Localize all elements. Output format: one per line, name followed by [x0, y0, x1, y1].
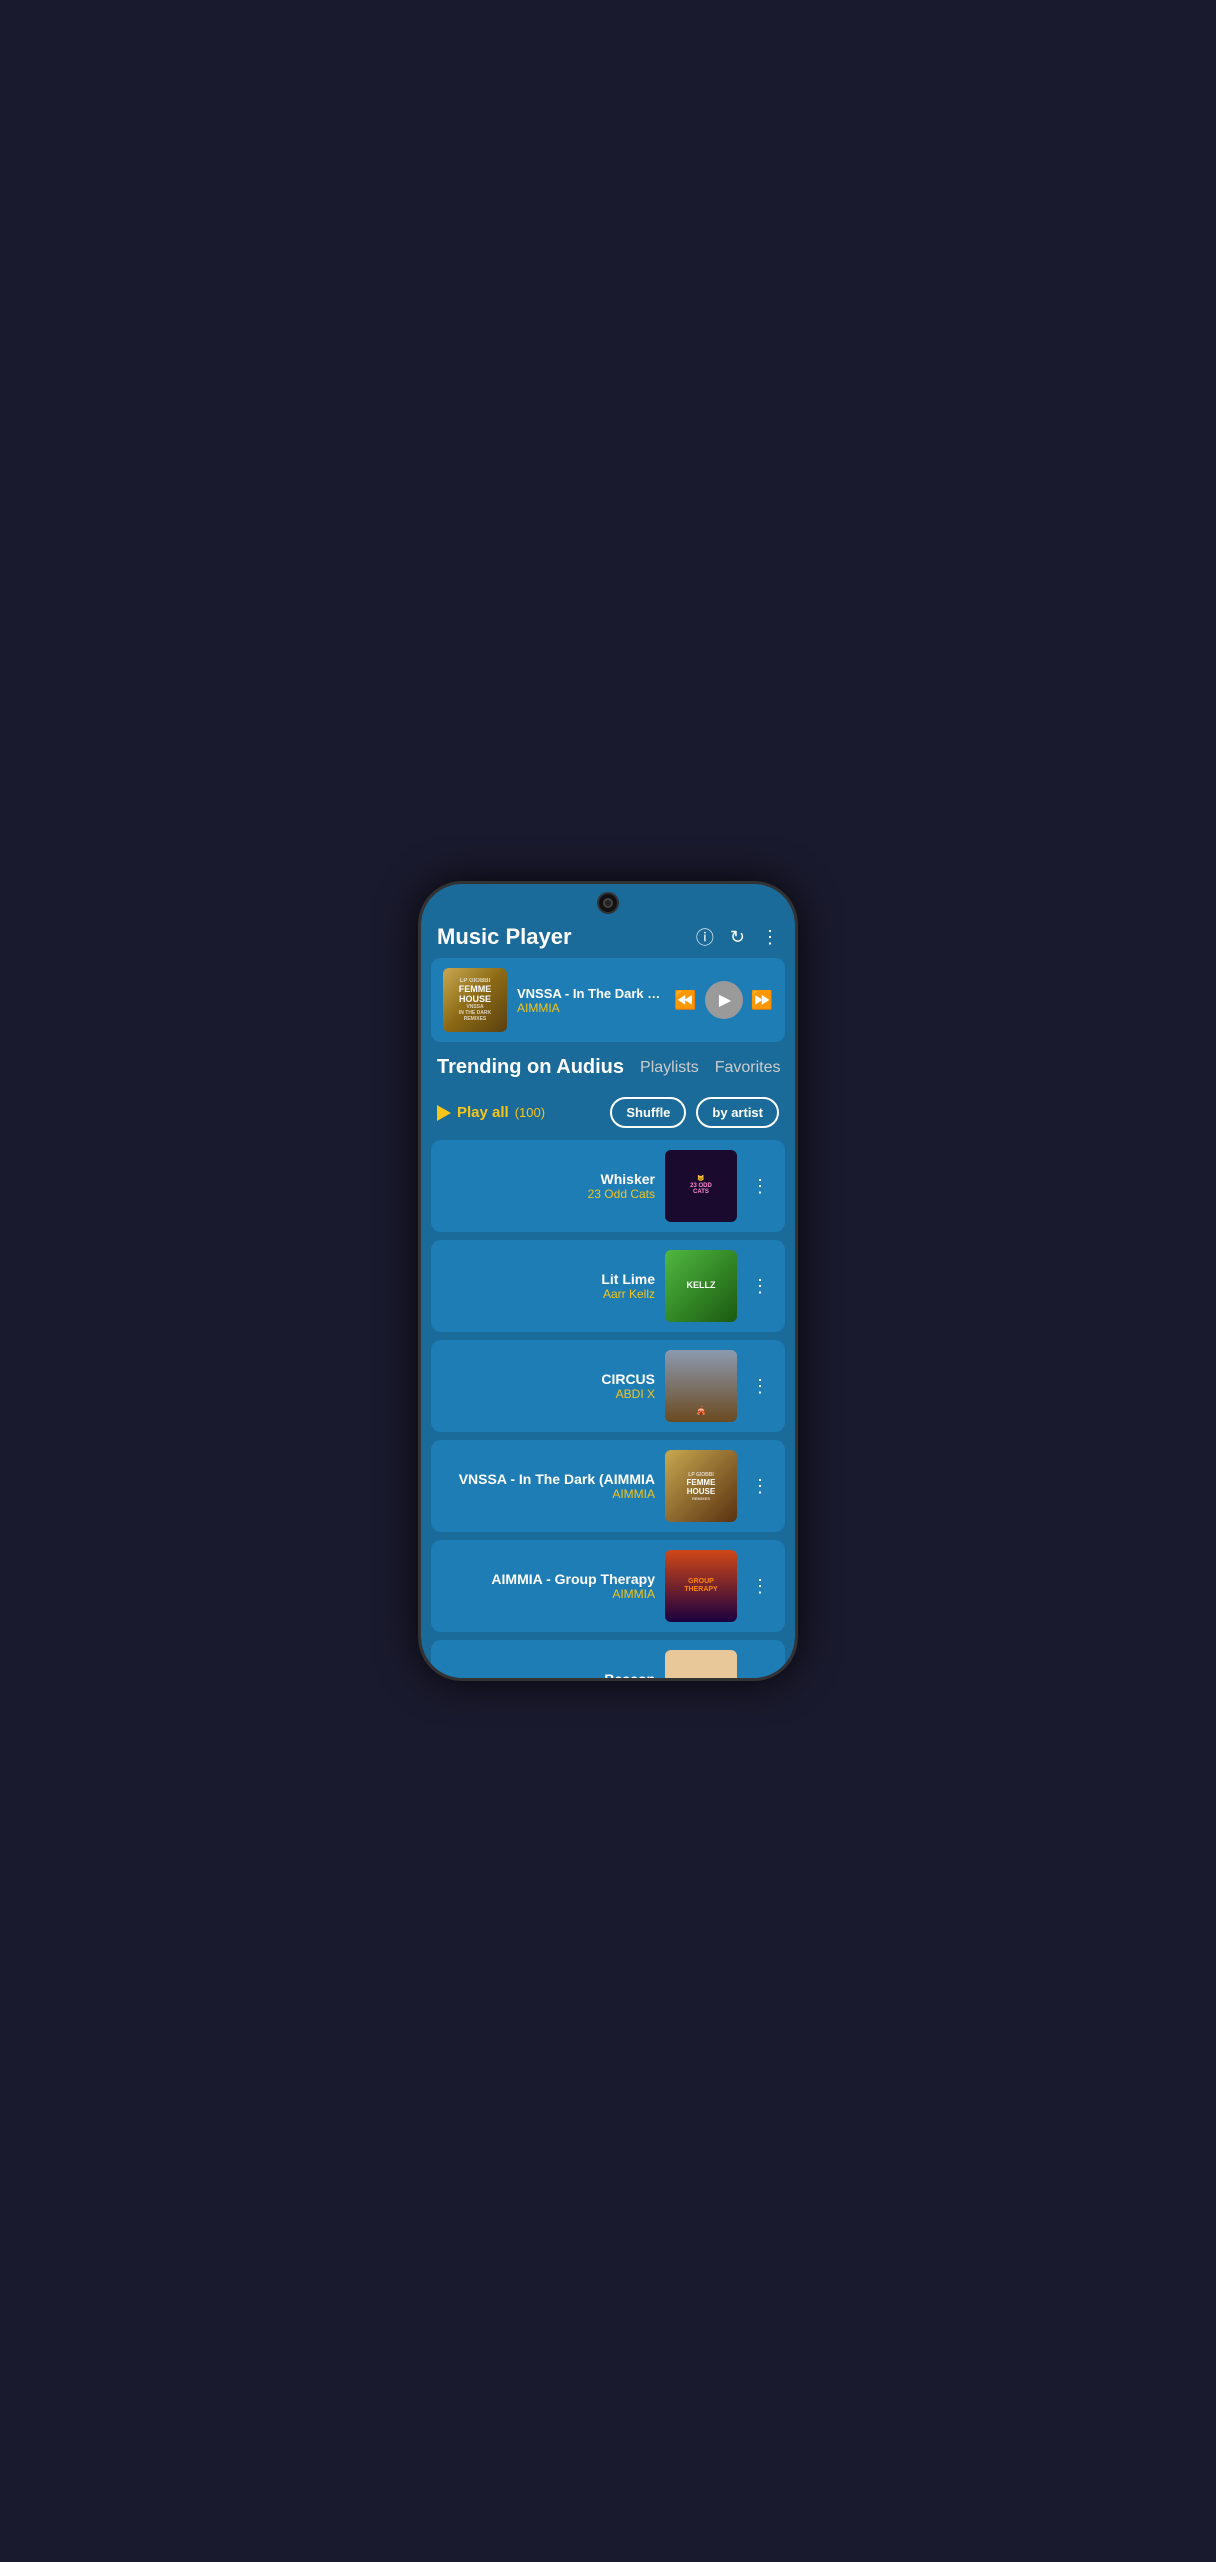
track-title: Beacon: [443, 1671, 655, 1678]
track-title: CIRCUS: [443, 1371, 655, 1387]
tab-trending[interactable]: Trending on Audius: [437, 1052, 624, 1083]
app-header: Music Player ⓘ ↻ ⋮: [421, 916, 795, 958]
refresh-icon[interactable]: ↻: [730, 927, 745, 948]
track-more-button[interactable]: ⋮: [747, 1472, 773, 1501]
play-all-label: Play all: [457, 1104, 509, 1121]
track-artist: Aarr Kellz: [443, 1287, 655, 1301]
track-artist: AIMMIA: [443, 1587, 655, 1601]
info-icon[interactable]: ⓘ: [696, 924, 714, 950]
by-artist-button[interactable]: by artist: [696, 1097, 779, 1128]
player-controls: ⏪ ▶ ⏩: [674, 981, 773, 1019]
track-artist: ABDI X: [443, 1387, 655, 1401]
track-more-button[interactable]: ⋮: [747, 1372, 773, 1401]
track-thumbnail: 🐱23 ODDCATS: [665, 1150, 737, 1222]
play-all-button[interactable]: Play all (100): [437, 1104, 545, 1121]
album-art-thumbnail: LP GIOBBI FEMME HOUSE VNSSA IN THE DARK …: [443, 968, 507, 1032]
phone-screen: Music Player ⓘ ↻ ⋮ LP GIOBBI FEMME HOUSE…: [421, 884, 795, 1678]
shuffle-button[interactable]: Shuffle: [610, 1097, 686, 1128]
camera-notch: [597, 892, 619, 914]
track-thumbnail: △: [665, 1650, 737, 1678]
track-title: VNSSA - In The Dark (AIMMIA: [443, 1471, 655, 1487]
thumb-label: 🎪: [694, 1405, 708, 1418]
track-more-button[interactable]: ⋮: [747, 1672, 773, 1679]
more-vert-icon[interactable]: ⋮: [761, 927, 779, 948]
now-playing-bar[interactable]: LP GIOBBI FEMME HOUSE VNSSA IN THE DARK …: [431, 958, 785, 1042]
track-thumbnail: GROUP THERAPY: [665, 1550, 737, 1622]
track-row[interactable]: AIMMIA - Group Therapy AIMMIA GROUP THER…: [431, 1540, 785, 1632]
track-row[interactable]: Beacon ALIGN △ ⋮: [431, 1640, 785, 1678]
play-all-triangle-icon: [437, 1105, 451, 1121]
track-title: AIMMIA - Group Therapy: [443, 1571, 655, 1587]
track-row[interactable]: VNSSA - In The Dark (AIMMIA AIMMIA LP GI…: [431, 1440, 785, 1532]
play-all-count: (100): [515, 1105, 545, 1120]
camera-inner: [603, 898, 613, 908]
track-more-button[interactable]: ⋮: [747, 1172, 773, 1201]
tab-favorites[interactable]: Favorites: [715, 1052, 781, 1083]
track-more-button[interactable]: ⋮: [747, 1572, 773, 1601]
thumb-label: KELLZ: [685, 1279, 718, 1293]
track-artist: AIMMIA: [443, 1487, 655, 1501]
track-thumbnail: LP GIOBBI FEMME HOUSE REMIXES: [665, 1450, 737, 1522]
track-thumbnail: 🎪: [665, 1350, 737, 1422]
play-icon: ▶: [719, 990, 731, 1010]
thumb-label: 🐱23 ODDCATS: [688, 1174, 714, 1198]
tabs-row: Trending on Audius Playlists Favorites S…: [421, 1052, 795, 1083]
now-playing-title: VNSSA - In The Dark (AIMMIA: [517, 986, 664, 1001]
track-text: AIMMIA - Group Therapy AIMMIA: [443, 1571, 655, 1601]
status-bar: [421, 884, 795, 916]
femme-house-art: LP GIOBBI FEMME HOUSE VNSSA IN THE DARK …: [443, 968, 507, 1032]
track-text: Whisker 23 Odd Cats: [443, 1171, 655, 1201]
now-playing-info: VNSSA - In The Dark (AIMMIA AIMMIA: [517, 986, 664, 1015]
controls-row: Play all (100) Shuffle by artist: [421, 1091, 795, 1134]
track-row[interactable]: Lit Lime Aarr Kellz KELLZ ⋮: [431, 1240, 785, 1332]
track-artist: 23 Odd Cats: [443, 1187, 655, 1201]
track-text: CIRCUS ABDI X: [443, 1371, 655, 1401]
track-more-button[interactable]: ⋮: [747, 1272, 773, 1301]
tab-playlists[interactable]: Playlists: [640, 1052, 699, 1083]
track-text: Beacon ALIGN: [443, 1671, 655, 1678]
track-text: Lit Lime Aarr Kellz: [443, 1271, 655, 1301]
track-row[interactable]: Whisker 23 Odd Cats 🐱23 ODDCATS ⋮: [431, 1140, 785, 1232]
track-text: VNSSA - In The Dark (AIMMIA AIMMIA: [443, 1471, 655, 1501]
phone-frame: Music Player ⓘ ↻ ⋮ LP GIOBBI FEMME HOUSE…: [418, 881, 798, 1681]
play-pause-button[interactable]: ▶: [705, 981, 743, 1019]
tracks-list: Whisker 23 Odd Cats 🐱23 ODDCATS ⋮ Lit Li…: [421, 1140, 795, 1678]
rewind-button[interactable]: ⏪: [674, 990, 696, 1011]
track-title: Lit Lime: [443, 1271, 655, 1287]
track-title: Whisker: [443, 1171, 655, 1187]
app-title: Music Player: [437, 924, 572, 950]
now-playing-artist: AIMMIA: [517, 1001, 664, 1015]
track-row[interactable]: CIRCUS ABDI X 🎪 ⋮: [431, 1340, 785, 1432]
header-icons: ⓘ ↻ ⋮: [696, 924, 779, 950]
track-thumbnail: KELLZ: [665, 1250, 737, 1322]
fast-forward-button[interactable]: ⏩: [751, 990, 773, 1011]
